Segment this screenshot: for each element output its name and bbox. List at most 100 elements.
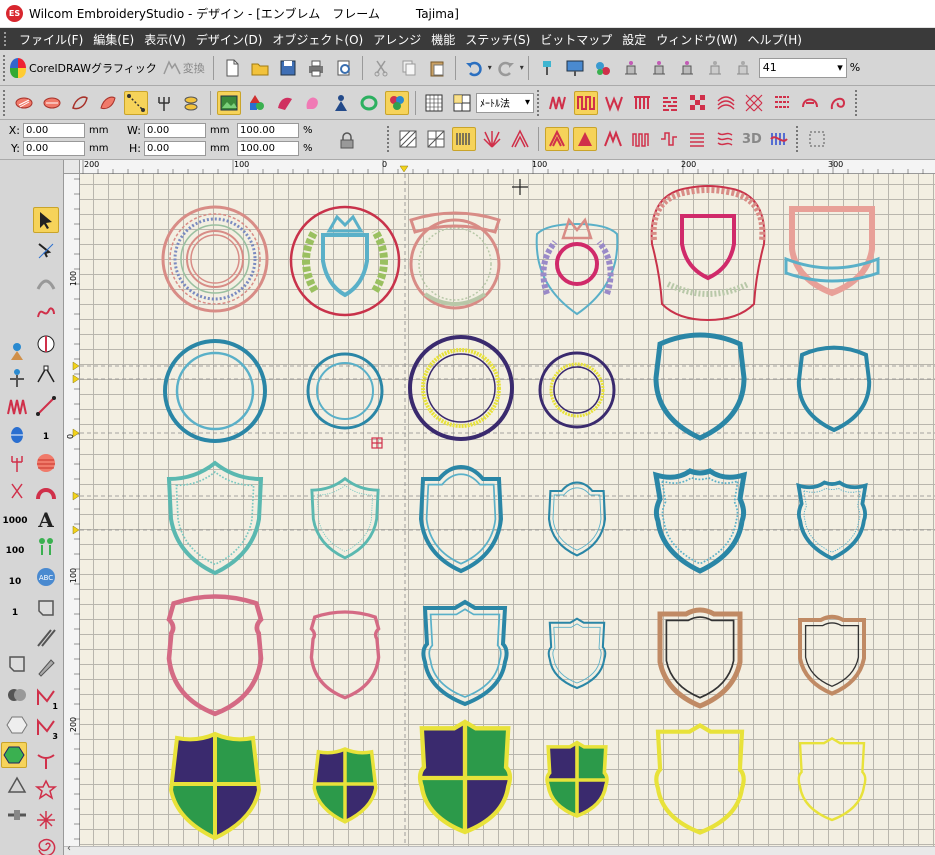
quartered-shield-large[interactable] — [165, 724, 265, 844]
pen-tool[interactable] — [33, 654, 59, 680]
fork-tool[interactable] — [4, 450, 30, 476]
trident-button[interactable] — [152, 91, 176, 115]
star-fill-button[interactable] — [508, 127, 532, 151]
figure-tool[interactable] — [4, 365, 30, 391]
redo-button[interactable] — [494, 56, 518, 80]
wave-button[interactable] — [629, 127, 653, 151]
frame-pink-shield-large[interactable] — [169, 597, 261, 714]
emblem-ribbon-shield[interactable] — [784, 206, 880, 297]
slider-tool[interactable] — [4, 802, 30, 828]
frame-stitched-shield-large[interactable] — [656, 471, 744, 571]
outline-tool[interactable] — [33, 595, 59, 621]
frame-rope-ring-small[interactable] — [538, 351, 616, 429]
zigzag-stitch-button[interactable] — [546, 91, 570, 115]
paste-button[interactable] — [425, 56, 449, 80]
frame-jewel-shield-small[interactable] — [310, 477, 380, 560]
step-1000-tool[interactable]: 1000 — [0, 508, 30, 534]
3d-warp-button[interactable] — [767, 127, 791, 151]
menu-settings[interactable]: 設定 — [617, 31, 651, 48]
hexagon-tool[interactable] — [4, 712, 30, 738]
units-select[interactable]: ﾒｰﾄﾙ法 ▾ — [476, 92, 534, 113]
step-10-tool[interactable]: 10 — [2, 569, 28, 595]
ring-button[interactable] — [357, 91, 381, 115]
print-button[interactable] — [304, 56, 328, 80]
text-tool[interactable]: A — [33, 507, 59, 533]
frame-double-ring-large[interactable] — [163, 339, 267, 443]
3d-button[interactable]: 3D — [742, 132, 762, 147]
triangle-button[interactable] — [545, 127, 569, 151]
w-stitch-button[interactable] — [602, 91, 626, 115]
emblem-wreath-shield[interactable] — [289, 205, 401, 317]
stamp-tool[interactable] — [4, 338, 30, 364]
frame-stitched-shield-small[interactable] — [796, 480, 868, 561]
grid-angle-button[interactable] — [424, 127, 448, 151]
coreldraw-graphics-button[interactable]: CorelDRAWグラフィック — [10, 57, 157, 78]
fish-button[interactable] — [180, 91, 204, 115]
guide-marker-icon[interactable] — [72, 491, 80, 501]
arch-tool[interactable] — [33, 479, 59, 505]
menu-bitmap[interactable]: ビットマップ — [535, 31, 617, 48]
ruler-marker-icon[interactable] — [399, 165, 409, 173]
frame-yellow-shield-small[interactable] — [797, 737, 867, 822]
arrow-tool[interactable] — [33, 747, 59, 773]
guide-marker-icon[interactable] — [72, 361, 80, 371]
marquee-select-button[interactable] — [805, 127, 829, 151]
undo-button[interactable] — [462, 56, 486, 80]
frame-double-ring-small[interactable] — [306, 352, 384, 430]
square-wave-stitch-button[interactable] — [574, 90, 598, 115]
scale-x-input[interactable]: 100.00 — [237, 123, 299, 138]
radial-fill-button[interactable] — [480, 127, 504, 151]
emblem-banner-ring[interactable] — [409, 211, 501, 310]
save-button[interactable] — [276, 56, 300, 80]
spiral-tool[interactable] — [33, 832, 59, 855]
copy-button[interactable] — [397, 56, 421, 80]
texture-button[interactable] — [713, 127, 737, 151]
emblem-ornate-crest[interactable] — [650, 185, 766, 322]
design-artwork[interactable] — [80, 174, 935, 846]
grid-button[interactable] — [422, 91, 446, 115]
peak-button[interactable] — [601, 127, 625, 151]
y-input[interactable]: 0.00 — [23, 141, 85, 156]
ball-tool[interactable] — [33, 450, 59, 476]
zigzag-tool[interactable] — [4, 394, 30, 420]
comb-stitch-button[interactable] — [630, 91, 654, 115]
knife-tool[interactable] — [33, 331, 59, 357]
checker-stitch-button[interactable] — [686, 91, 710, 115]
menu-edit[interactable]: 編集(E) — [88, 31, 139, 48]
zoom-dropdown-icon[interactable]: ▾ — [837, 61, 843, 74]
motif-stitch-button[interactable] — [770, 91, 794, 115]
cut-button[interactable] — [369, 56, 393, 80]
curve-tool[interactable] — [33, 300, 59, 326]
figure-button[interactable] — [329, 91, 353, 115]
undo-dropdown-icon[interactable]: ▾ — [488, 63, 492, 72]
new-file-button[interactable] — [220, 56, 244, 80]
color-wheel-button[interactable] — [591, 56, 615, 80]
shield-tool[interactable] — [4, 651, 30, 677]
node-edit-3-tool[interactable]: 3 — [33, 715, 59, 741]
color-blend-button[interactable] — [385, 90, 409, 115]
node-tool[interactable] — [33, 362, 59, 388]
zoom-input[interactable]: 41 ▾ — [758, 57, 847, 78]
measure-tool[interactable]: 1 — [33, 424, 59, 450]
frame-teal-shield-large[interactable] — [656, 335, 744, 438]
frame-jewel-shield-large[interactable] — [167, 461, 263, 575]
frame-brown-shield-small[interactable] — [800, 617, 864, 694]
units-dropdown-icon[interactable]: ▾ — [525, 97, 530, 108]
menu-help[interactable]: ヘルプ(H) — [743, 31, 807, 48]
x-input[interactable]: 0.00 — [23, 123, 85, 138]
quartered-notched-shield-small[interactable] — [541, 737, 613, 823]
width-input[interactable]: 0.00 — [144, 123, 206, 138]
guide-marker-icon[interactable] — [72, 374, 80, 384]
machine-button-4[interactable] — [703, 56, 727, 80]
frame-heater-shield-large[interactable] — [419, 465, 503, 573]
abc-tool[interactable]: ABC — [33, 564, 59, 590]
frame-notched-shield-large[interactable] — [421, 600, 509, 706]
hexagon-fill-tool[interactable] — [1, 742, 27, 768]
parallel-tool[interactable] — [33, 625, 59, 651]
height-input[interactable]: 0.00 — [144, 141, 206, 156]
swirl-stitch-button[interactable] — [826, 91, 850, 115]
weld-tool[interactable] — [4, 682, 30, 708]
spool-tool[interactable] — [4, 422, 30, 448]
emblem-crown-ring[interactable] — [535, 217, 619, 316]
digitize-run-button[interactable] — [124, 90, 148, 115]
